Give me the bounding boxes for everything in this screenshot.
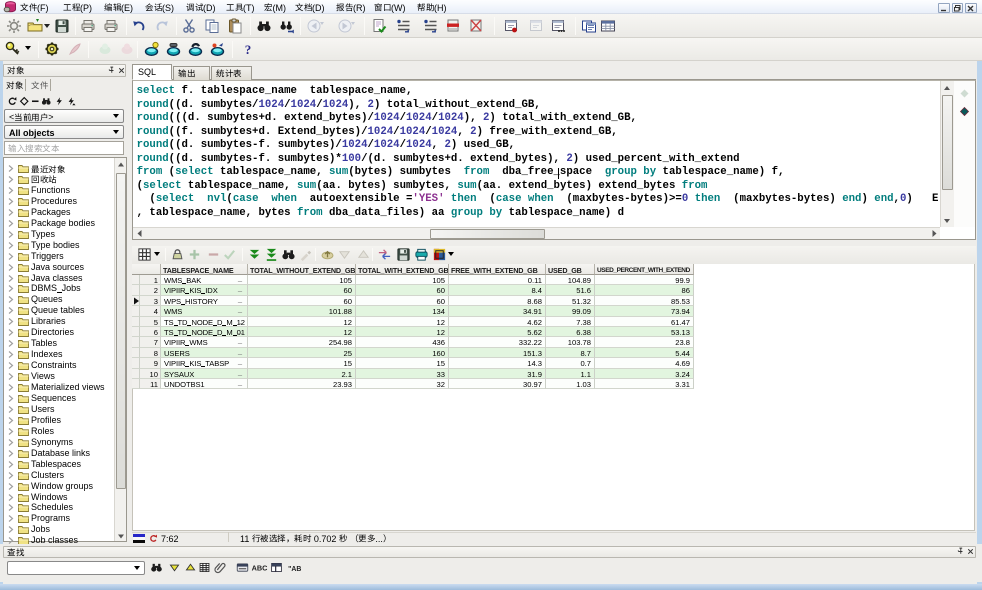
svg-text:"AB: "AB (288, 566, 301, 573)
svg-text:?: ? (245, 42, 252, 57)
svg-text:ABC: ABC (252, 563, 269, 572)
